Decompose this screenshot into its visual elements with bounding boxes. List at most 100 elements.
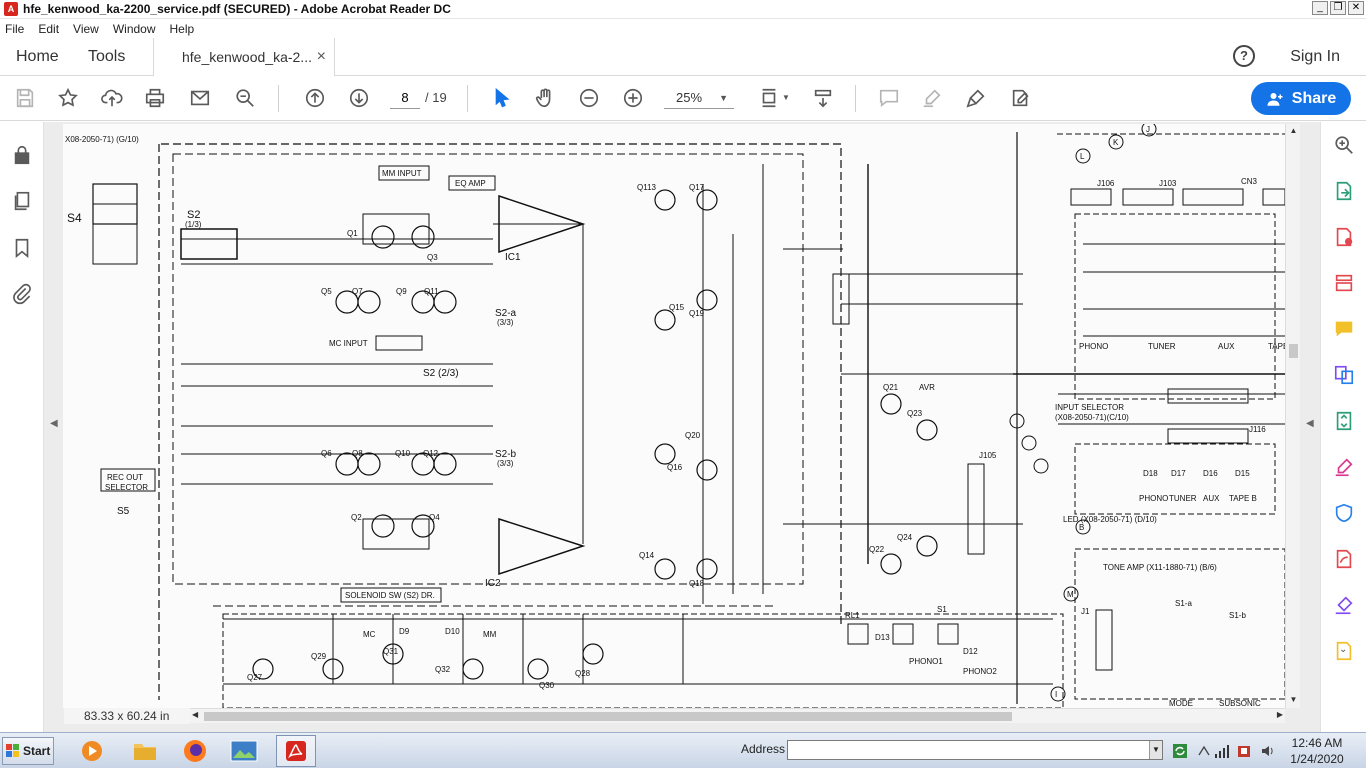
comment-icon[interactable]	[1333, 318, 1355, 340]
export-pdf-icon[interactable]	[1333, 180, 1355, 202]
menu-file[interactable]: File	[5, 22, 24, 36]
tab-document[interactable]: hfe_kenwood_ka-2... ×	[153, 38, 335, 76]
page-fit-icon[interactable]	[757, 86, 781, 110]
sign-icon[interactable]	[964, 86, 988, 110]
create-pdf-icon[interactable]	[1333, 226, 1355, 248]
network-icon[interactable]	[1196, 743, 1212, 759]
print-icon[interactable]	[143, 86, 167, 110]
select-cursor-icon[interactable]	[490, 86, 514, 110]
compress-icon[interactable]	[1333, 410, 1355, 432]
taskbar: Start Address ▼ 12:46 AM 1/24/2020	[0, 732, 1366, 768]
fill-sign-icon[interactable]	[1333, 456, 1355, 478]
close-button[interactable]: ✕	[1348, 1, 1364, 15]
minimize-button[interactable]: _	[1312, 1, 1328, 15]
menu-view[interactable]: View	[73, 22, 99, 36]
schematic-label: Q16	[667, 463, 683, 472]
sign-icon[interactable]	[1333, 594, 1355, 616]
file-explorer-icon[interactable]	[125, 735, 165, 767]
bookmark-icon[interactable]	[11, 237, 33, 259]
schematic-label: Q7	[352, 287, 363, 296]
scroll-mode-icon[interactable]	[811, 86, 835, 110]
comment-icon[interactable]	[877, 86, 901, 110]
address-input[interactable]	[787, 740, 1163, 760]
page-down-icon[interactable]	[347, 86, 371, 110]
page-up-icon[interactable]	[303, 86, 327, 110]
photo-viewer-icon[interactable]	[224, 735, 264, 767]
bookmark-star-icon[interactable]	[56, 86, 80, 110]
save-icon[interactable]	[13, 86, 37, 110]
pages-icon[interactable]	[11, 190, 33, 212]
schematic-label: S5	[117, 506, 130, 517]
refresh-icon[interactable]	[1172, 743, 1188, 759]
email-icon[interactable]	[188, 86, 212, 110]
schematic-label: SELECTOR	[105, 483, 148, 492]
security-icon[interactable]	[1236, 743, 1252, 759]
horizontal-scrollbar[interactable]: ◀ ▶	[190, 708, 1285, 723]
schematic-label: Q1	[347, 229, 358, 238]
organize-pages-icon[interactable]	[1333, 272, 1355, 294]
scroll-thumb[interactable]	[1289, 344, 1298, 358]
search-zoom-icon[interactable]	[233, 86, 257, 110]
tab-tools[interactable]: Tools	[88, 38, 125, 76]
scroll-down-icon[interactable]: ▼	[1288, 695, 1299, 706]
schematic-label: D17	[1171, 469, 1186, 478]
scroll-thumb[interactable]	[204, 712, 1012, 721]
combine-files-icon[interactable]	[1333, 364, 1355, 386]
volume-icon[interactable]	[1260, 743, 1276, 759]
close-icon[interactable]: ×	[317, 48, 326, 66]
pdf-page[interactable]: X08-2050-71) (G/10) MM INPUT EQ AMP S2 (…	[63, 124, 1285, 708]
tab-home[interactable]: Home	[16, 38, 59, 76]
schematic-label: (1/3)	[185, 220, 202, 229]
search-zoom-icon[interactable]	[1333, 134, 1355, 156]
menu-help[interactable]: Help	[170, 22, 195, 36]
zoom-select[interactable]: 25% ▼	[664, 87, 734, 109]
hand-icon[interactable]	[533, 86, 557, 110]
protect-icon[interactable]	[1333, 502, 1355, 524]
schematic-label: D15	[1235, 469, 1250, 478]
schematic-label: J103	[1159, 179, 1177, 188]
restore-button[interactable]: ❐	[1330, 1, 1346, 15]
help-icon[interactable]: ?	[1233, 45, 1255, 67]
schematic-label: S1-a	[1175, 599, 1192, 608]
attachment-icon[interactable]	[11, 283, 33, 305]
chevron-down-icon[interactable]: ▼	[782, 93, 790, 102]
menu-edit[interactable]: Edit	[38, 22, 59, 36]
right-tools-panel: ⌄	[1320, 122, 1366, 732]
chevron-down-icon[interactable]: ⌄	[1339, 644, 1347, 655]
chevron-down-icon[interactable]: ▼	[1149, 741, 1162, 759]
scroll-up-icon[interactable]: ▲	[1288, 126, 1299, 137]
clock-date: 1/24/2020	[1290, 752, 1344, 766]
schematic-label: J1	[1081, 607, 1090, 616]
page-number-input[interactable]	[390, 87, 420, 109]
media-player-icon[interactable]	[72, 735, 112, 767]
vertical-scrollbar[interactable]: ▲ ▼	[1285, 124, 1300, 708]
start-button[interactable]: Start	[2, 737, 54, 765]
scroll-left-icon[interactable]: ◀	[192, 710, 198, 719]
zoom-out-icon[interactable]	[577, 86, 601, 110]
sign-in-link[interactable]: Sign In	[1290, 38, 1340, 76]
page-total: / 19	[425, 90, 447, 105]
chevron-right-icon[interactable]: ◀	[1306, 418, 1314, 429]
schematic-label: SOLENOID SW (S2) DR.	[345, 591, 435, 600]
chevron-left-icon[interactable]: ◀	[50, 418, 58, 429]
schematic-label: Q24	[897, 533, 913, 542]
schematic-label: IC2	[485, 578, 501, 589]
wifi-bars-icon[interactable]	[1214, 743, 1230, 759]
scroll-right-icon[interactable]: ▶	[1277, 710, 1283, 719]
menu-window[interactable]: Window	[113, 22, 156, 36]
schematic-label: J106	[1097, 179, 1115, 188]
system-clock[interactable]: 12:46 AM 1/24/2020	[1286, 735, 1348, 767]
upload-icon[interactable]	[100, 86, 124, 110]
more-tools-icon[interactable]	[1333, 548, 1355, 570]
zoom-in-icon[interactable]	[621, 86, 645, 110]
address-label: Address	[741, 742, 786, 756]
schematic-label: RL1	[845, 611, 860, 620]
share-button[interactable]: Share	[1251, 82, 1351, 115]
firefox-icon[interactable]	[175, 735, 215, 767]
schematic-label: Q21	[883, 383, 899, 392]
lock-icon[interactable]	[11, 144, 33, 166]
fill-sign-icon[interactable]	[1009, 86, 1033, 110]
highlight-icon[interactable]	[920, 86, 944, 110]
acrobat-icon[interactable]	[276, 735, 316, 767]
schematic-label: I	[1055, 690, 1057, 699]
